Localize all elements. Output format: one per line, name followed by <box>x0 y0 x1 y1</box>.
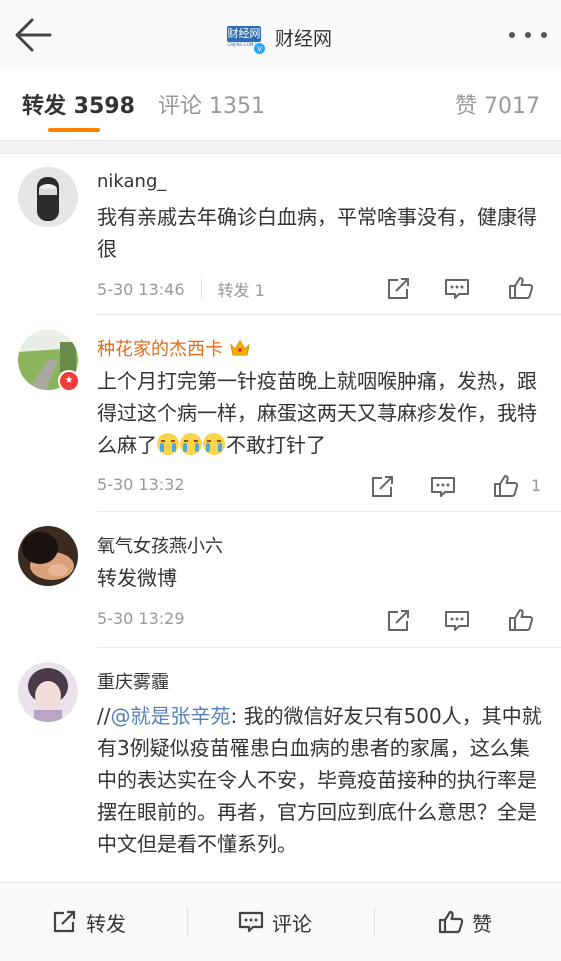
bar-divider <box>187 907 188 937</box>
list-item: ★ 种花家的杰西卡 上个月打完第一针疫苗晚上就咽喉肿痛，发热，跟得过这个病一样，… <box>0 315 561 512</box>
active-tab-indicator <box>48 128 100 132</box>
top-bar: 财经网 CAIJING.COM.CN v 财经网 <box>0 0 561 71</box>
comment-button-label: 评论 <box>272 911 312 936</box>
like-button[interactable]: 赞 <box>438 883 492 961</box>
repost-text-tail: 不敢打针了 <box>226 433 326 457</box>
username[interactable]: nikang_ <box>97 171 166 192</box>
repost-text: 上个月打完第一针疫苗晚上就咽喉肿痛，发热，跟得过这个病一样，麻蛋这两天又荨麻疹发… <box>97 365 547 461</box>
logo-text: 财经网 <box>227 26 261 42</box>
repost-meta: 5-30 13:32 <box>97 475 185 494</box>
member-badge-icon: ★ <box>58 370 80 392</box>
share-icon[interactable] <box>386 277 412 301</box>
repost-prefix: // <box>97 704 111 728</box>
share-icon[interactable] <box>370 475 396 499</box>
list-item: nikang_ 我有亲戚去年确诊白血病，平常啥事没有，健康得很 5-30 13:… <box>0 153 561 315</box>
comment-icon[interactable] <box>444 277 470 301</box>
list-item: 重庆雾霾 //@就是张辛苑: 我的微信好友只有500人，其中就有3例疑似疫苗罹患… <box>0 648 561 882</box>
timestamp: 5-30 13:32 <box>97 475 185 494</box>
avatar[interactable] <box>18 526 78 586</box>
like-icon <box>438 910 464 934</box>
crying-emoji-icon <box>157 433 179 455</box>
comment-icon <box>238 911 264 933</box>
bar-divider <box>374 907 375 937</box>
timestamp: 5-30 13:29 <box>97 609 185 628</box>
tab-bar: 转发 3598 评论 1351 赞 7017 <box>0 70 561 150</box>
meta-divider <box>200 279 202 299</box>
crown-badge-icon <box>230 340 250 356</box>
back-arrow-icon[interactable] <box>12 16 54 54</box>
avatar[interactable] <box>18 167 78 227</box>
username-text: 种花家的杰西卡 <box>97 339 223 360</box>
like-icon[interactable] <box>508 276 534 300</box>
avatar[interactable] <box>18 662 78 722</box>
comment-icon[interactable] <box>444 609 470 633</box>
list-item: 氧气女孩燕小六 转发微博 5-30 13:29 <box>0 512 561 648</box>
like-count: 1 <box>531 476 542 495</box>
verified-badge-icon: v <box>253 42 266 55</box>
like-button-label: 赞 <box>472 911 492 936</box>
section-gap <box>0 140 561 154</box>
repost-text: //@就是张辛苑: 我的微信好友只有500人，其中就有3例疑似疫苗罹患白血病的患… <box>97 700 547 860</box>
like-icon[interactable] <box>508 608 534 632</box>
account-brand[interactable]: 财经网 CAIJING.COM.CN v 财经网 <box>227 20 333 55</box>
tab-comment[interactable]: 评论 1351 <box>158 88 265 120</box>
repost-button-label: 转发 <box>86 911 126 936</box>
repost-meta: 5-30 13:46 转发 1 <box>97 277 265 301</box>
username[interactable]: 种花家的杰西卡 <box>97 335 251 361</box>
bottom-action-bar: 转发 评论 赞 <box>0 882 561 961</box>
account-name: 财经网 <box>275 27 333 50</box>
username[interactable]: 重庆雾霾 <box>97 668 169 694</box>
share-icon[interactable] <box>386 609 412 633</box>
timestamp: 5-30 13:46 <box>97 279 185 299</box>
tab-like[interactable]: 赞 7017 <box>455 88 540 120</box>
mention-link[interactable]: @就是张辛苑 <box>110 704 230 728</box>
repost-count[interactable]: 转发 1 <box>218 277 265 301</box>
username[interactable]: 氧气女孩燕小六 <box>97 532 223 558</box>
comment-icon[interactable] <box>430 475 456 499</box>
repost-button[interactable]: 转发 <box>52 883 126 961</box>
comment-button[interactable]: 评论 <box>238 883 312 961</box>
repost-text: 转发微博 <box>97 566 177 590</box>
share-icon <box>53 910 76 933</box>
repost-text: 我有亲戚去年确诊白血病，平常啥事没有，健康得很 <box>97 205 537 261</box>
like-icon[interactable] <box>493 474 519 498</box>
crying-emoji-icon <box>180 433 202 455</box>
caijing-logo: 财经网 CAIJING.COM.CN v <box>227 22 266 55</box>
repost-meta: 5-30 13:29 <box>97 609 185 628</box>
crying-emoji-icon <box>203 433 225 455</box>
more-options-icon[interactable] <box>509 26 547 44</box>
tab-repost[interactable]: 转发 3598 <box>22 88 135 120</box>
